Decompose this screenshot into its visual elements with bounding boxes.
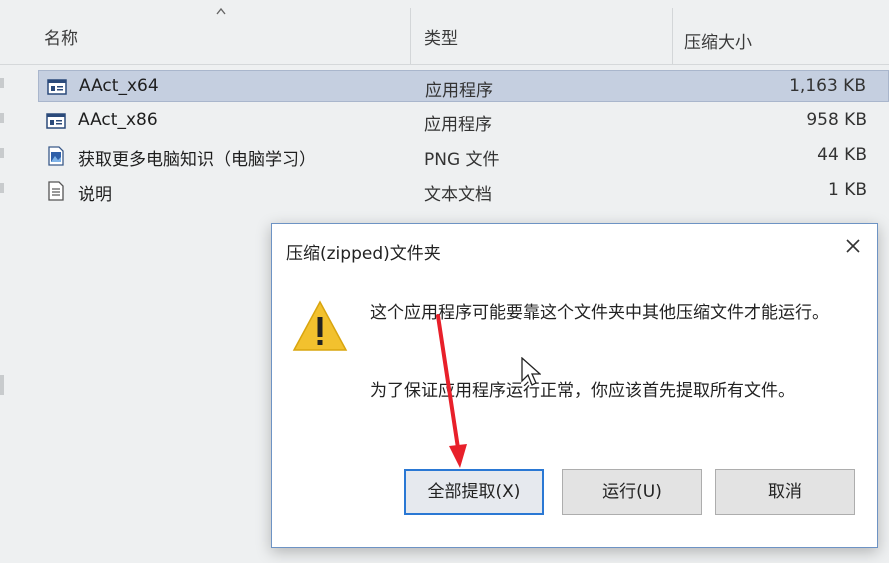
file-size: 1 KB (827, 180, 867, 200)
nav-pane-edge (0, 375, 4, 395)
file-row[interactable]: 获取更多电脑知识（电脑学习） PNG 文件 44 KB (38, 140, 889, 172)
file-type: 应用程序 (424, 115, 492, 135)
cancel-button[interactable]: 取消 (715, 469, 855, 515)
file-name: 说明 (78, 185, 112, 205)
nav-pane-edge (0, 78, 4, 88)
file-size: 958 KB (806, 110, 867, 130)
text-file-icon (48, 181, 64, 201)
sort-ascending-icon (216, 7, 226, 15)
warning-icon (292, 300, 348, 351)
file-type: PNG 文件 (424, 150, 500, 170)
column-header-bar: 名称 类型 压缩大小 (0, 0, 889, 65)
run-button[interactable]: 运行(U) (562, 469, 702, 515)
nav-pane-edge (0, 183, 4, 193)
file-row[interactable]: AAct_x86 应用程序 958 KB (38, 105, 889, 137)
file-name: AAct_x86 (78, 110, 158, 130)
application-icon (46, 113, 66, 129)
file-row[interactable]: AAct_x64 应用程序 1,163 KB (38, 70, 889, 102)
zipped-folder-dialog: 压缩(zipped)文件夹 这个应用程序可能要靠这个文件夹中其他压缩文件才能运行… (271, 223, 878, 548)
column-header-name[interactable]: 名称 (44, 24, 78, 49)
dialog-message-dependency: 这个应用程序可能要靠这个文件夹中其他压缩文件才能运行。 (370, 303, 829, 323)
column-header-size[interactable]: 压缩大小 (684, 28, 752, 53)
file-type: 文本文档 (424, 185, 492, 205)
nav-pane-edge (0, 148, 4, 158)
application-icon (47, 79, 67, 95)
close-icon[interactable] (843, 236, 863, 256)
column-header-type[interactable]: 类型 (424, 24, 458, 49)
file-row[interactable]: 说明 文本文档 1 KB (38, 175, 889, 207)
file-size: 1,163 KB (789, 76, 866, 96)
mouse-cursor-icon (521, 357, 541, 386)
column-separator[interactable] (410, 8, 411, 64)
file-name: AAct_x64 (79, 76, 159, 96)
column-separator[interactable] (672, 8, 673, 64)
file-size: 44 KB (817, 145, 867, 165)
extract-all-button[interactable]: 全部提取(X) (404, 469, 544, 515)
file-type: 应用程序 (425, 81, 493, 101)
dialog-message-advice: 为了保证应用程序运行正常，你应该首先提取所有文件。 (370, 381, 795, 401)
file-name: 获取更多电脑知识（电脑学习） (78, 150, 316, 170)
dialog-title: 压缩(zipped)文件夹 (286, 244, 441, 264)
image-file-icon (48, 146, 64, 166)
nav-pane-edge (0, 113, 4, 123)
